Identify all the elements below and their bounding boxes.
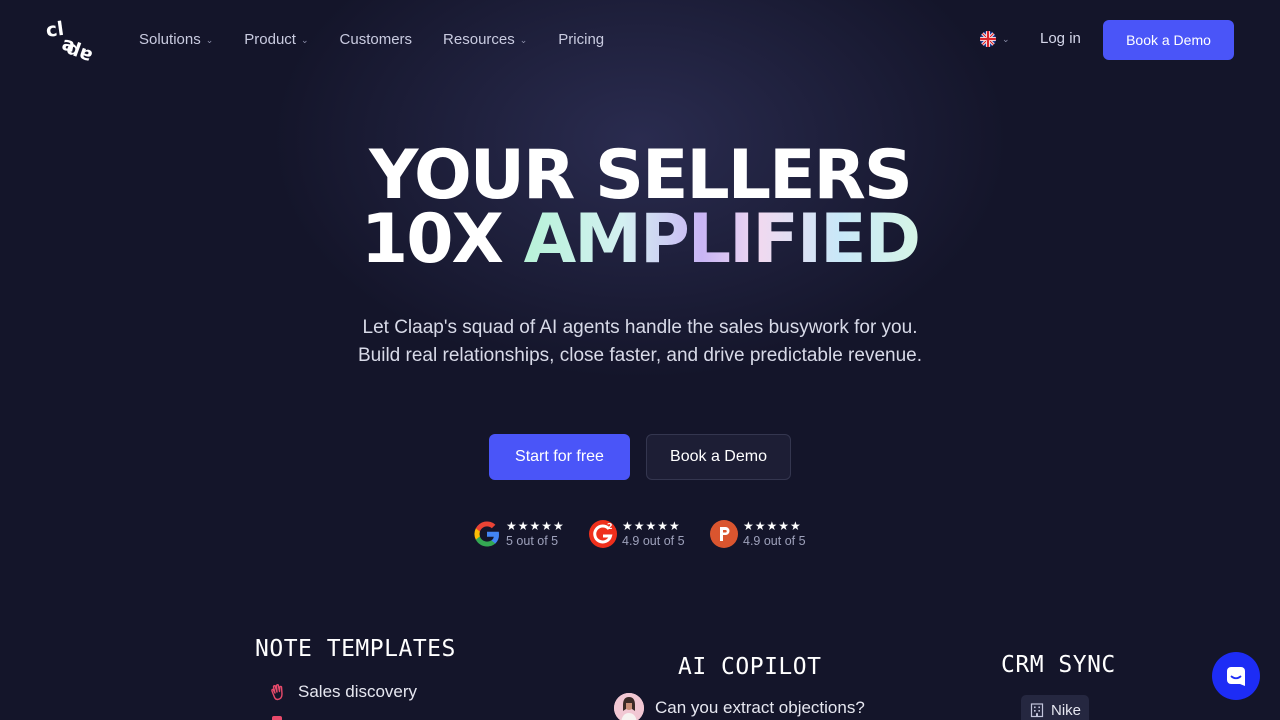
template-sales-discovery[interactable]: Sales discovery <box>268 682 417 702</box>
crm-sync-title: CRM SYNC <box>1001 652 1116 678</box>
chat-icon <box>1227 667 1245 686</box>
nav-pricing-label: Pricing <box>558 30 605 48</box>
claap-logo[interactable]: cl a ap <box>44 16 96 68</box>
producthunt-score: 4.9 out of 5 <box>743 534 806 548</box>
google-score: 5 out of 5 <box>506 534 559 548</box>
nav-resources-label: Resources <box>443 30 515 48</box>
nav-product[interactable]: Product ⌄ <box>244 29 308 49</box>
start-free-button[interactable]: Start for free <box>489 434 630 480</box>
login-link[interactable]: Log in <box>1040 30 1081 47</box>
template-label: Sales discovery <box>298 682 418 701</box>
note-templates-title: NOTE TEMPLATES <box>255 636 456 662</box>
avatar <box>614 693 644 720</box>
claap-logo-icon: cl a ap <box>45 18 96 68</box>
g2-stars: ★★★★★ <box>622 519 681 533</box>
google-stars: ★★★★★ <box>506 519 565 533</box>
nav-solutions[interactable]: Solutions ⌄ <box>139 29 213 49</box>
chevron-down-icon: ⌄ <box>300 34 309 45</box>
nav-solutions-label: Solutions <box>139 30 201 48</box>
nav-resources[interactable]: Resources ⌄ <box>443 29 527 49</box>
nav-product-label: Product <box>244 30 296 48</box>
next-template-icon <box>272 716 282 720</box>
building-icon <box>1030 703 1044 718</box>
hero-headline-line2: 10X AMPLIFIED <box>0 206 1280 274</box>
ai-copilot-message: Can you extract objections? <box>614 693 865 720</box>
chevron-down-icon: ⌄ <box>205 34 214 45</box>
top-navigation: cl a ap Solutions ⌄ Product ⌄ Customers … <box>0 0 1280 78</box>
nav-customers[interactable]: Customers <box>340 29 413 49</box>
google-icon <box>474 521 500 547</box>
chat-launcher-button[interactable] <box>1212 652 1260 700</box>
producthunt-icon <box>710 520 738 548</box>
nav-pricing[interactable]: Pricing <box>558 29 604 49</box>
crm-tag-label: Nike <box>1051 701 1082 719</box>
ai-copilot-title: AI COPILOT <box>678 654 822 680</box>
hero-headline-line1: YOUR SELLERS <box>369 136 913 215</box>
hero-subtitle-line2: Build real relationships, close faster, … <box>358 345 922 366</box>
crm-company-tag: Nike <box>1021 695 1090 720</box>
hero-headline-prefix: 10X <box>360 200 504 279</box>
svg-text:2: 2 <box>607 522 613 531</box>
waving-hand-icon <box>271 684 283 701</box>
nav-links: Solutions ⌄ Product ⌄ Customers Resource… <box>139 29 635 49</box>
uk-flag-icon <box>980 31 996 47</box>
hero-subtitle-line1: Let Claap's squad of AI agents handle th… <box>362 317 918 338</box>
book-demo-button[interactable]: Book a Demo <box>646 434 791 480</box>
rating-google: ★★★★★ 5 out of 5 <box>472 519 565 549</box>
book-demo-nav-button[interactable]: Book a Demo <box>1103 20 1234 60</box>
chevron-down-icon: ⌄ <box>1002 33 1010 44</box>
svg-text:cl: cl <box>45 18 66 42</box>
rating-g2: 2 ★★★★★ 4.9 out of 5 <box>588 519 685 549</box>
hero-headline-highlight: AMPLIFIED <box>523 200 921 279</box>
chevron-down-icon: ⌄ <box>519 34 528 45</box>
rating-producthunt: ★★★★★ 4.9 out of 5 <box>709 519 806 549</box>
g2-score: 4.9 out of 5 <box>622 534 685 548</box>
producthunt-stars: ★★★★★ <box>743 519 802 533</box>
ai-copilot-message-text: Can you extract objections? <box>655 698 865 717</box>
language-selector[interactable]: ⌄ <box>980 31 1010 47</box>
g2-icon: 2 <box>589 520 617 548</box>
nav-customers-label: Customers <box>339 30 413 48</box>
